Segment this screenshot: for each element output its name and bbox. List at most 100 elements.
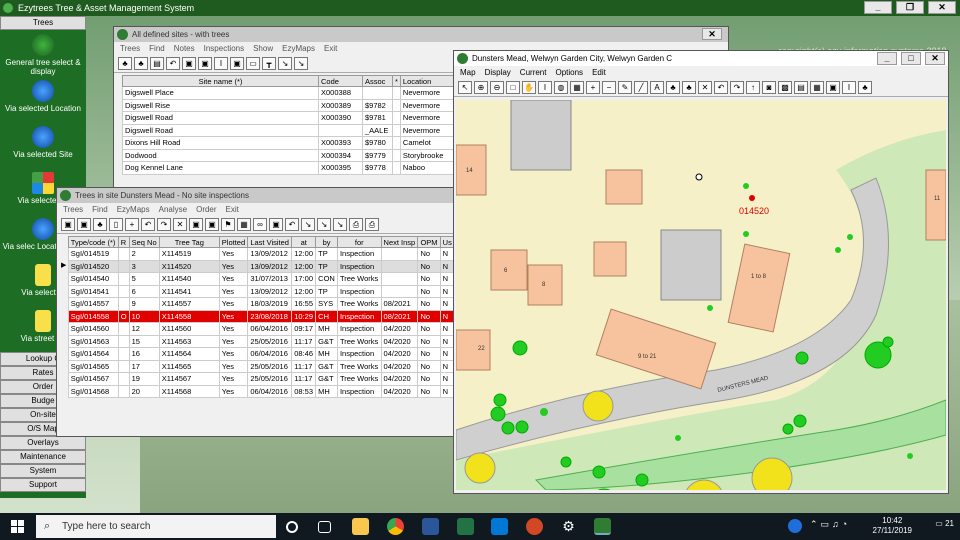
add-icon[interactable]: +	[586, 81, 600, 94]
image-icon[interactable]: ▦	[237, 218, 251, 231]
table-row[interactable]: SgI/014568 20 X114568 Yes 06/04/2016 08:53 MH I…	[67, 384, 455, 398]
arrows-icon[interactable]: ↘	[333, 218, 347, 231]
sidebar-header[interactable]: Trees	[0, 16, 86, 30]
notifications-badge[interactable]: ▭ 21	[935, 519, 954, 528]
excel-icon[interactable]	[457, 518, 474, 535]
col-type-code[interactable]: Type/code (*)	[67, 236, 119, 248]
window-icon[interactable]: ▣	[189, 218, 203, 231]
map-menu-options[interactable]: Options	[555, 66, 583, 79]
col-star[interactable]: *	[392, 75, 401, 87]
tree-canopy[interactable]	[515, 420, 529, 434]
redo-icon[interactable]: ↷	[730, 81, 744, 94]
italic-icon[interactable]: I	[538, 81, 552, 94]
arrows-icon[interactable]: ↘	[301, 218, 315, 231]
tree-marker[interactable]	[847, 234, 853, 240]
tag-icon[interactable]: ⚑	[221, 218, 235, 231]
print-icon[interactable]: ⎙	[365, 218, 379, 231]
tree-marker[interactable]	[540, 408, 548, 416]
add-icon[interactable]: +	[125, 218, 139, 231]
tree-marker[interactable]	[707, 305, 713, 311]
clock[interactable]: 10:42 27/11/2019	[873, 516, 912, 536]
tree-canopy[interactable]	[512, 340, 528, 356]
sidebar-btn-maintenance[interactable]: Maintenance	[0, 450, 86, 464]
tree-canopy[interactable]	[560, 456, 572, 468]
taskbar-search-input[interactable]: ⌕ Type here to search	[36, 515, 276, 538]
arrows-icon[interactable]: ↘	[294, 57, 308, 70]
sidebar-btn-support[interactable]: Support	[0, 478, 86, 492]
zoom-in-icon[interactable]: ⊕	[474, 81, 488, 94]
col-plotted[interactable]: Plotted	[218, 236, 249, 248]
sidebar-btn-system[interactable]: System	[0, 464, 86, 478]
sites-menu-inspections[interactable]: Inspections	[204, 42, 244, 55]
sites-menu-exit[interactable]: Exit	[324, 42, 337, 55]
close-button[interactable]: ✕	[928, 1, 956, 14]
col-at[interactable]: at	[291, 236, 317, 248]
delete-icon[interactable]: ✕	[173, 218, 187, 231]
table-row[interactable]: SgI/014540 5 X114540 Yes 31/07/2013 17:00 CON T…	[67, 272, 455, 286]
table-row[interactable]: SgI/014560 12 X114560 Yes 06/04/2016 09:17 MH I…	[67, 322, 455, 336]
text-icon[interactable]: A	[650, 81, 664, 94]
folder-icon[interactable]: ▭	[246, 57, 260, 70]
arrows-icon[interactable]: ↘	[317, 218, 331, 231]
tree-icon[interactable]: ♣	[682, 81, 696, 94]
redo-icon[interactable]: ↷	[157, 218, 171, 231]
sign-icon[interactable]: ┳	[262, 57, 276, 70]
sidebar-item-site[interactable]: Via selected Site	[0, 122, 86, 168]
tree-canopy[interactable]	[795, 351, 809, 365]
map-menu-display[interactable]: Display	[485, 66, 511, 79]
col-tree-tag[interactable]: Tree Tag	[158, 236, 220, 248]
tree-marker[interactable]	[675, 435, 681, 441]
trees-menu-exit[interactable]: Exit	[226, 203, 239, 216]
window-icon[interactable]: ▣	[230, 57, 244, 70]
tree-canopy-large[interactable]	[464, 452, 496, 484]
tree-canopy-large[interactable]	[582, 390, 614, 422]
print-icon[interactable]: ⎙	[349, 218, 363, 231]
window-icon[interactable]: ▣	[77, 218, 91, 231]
tree-marker[interactable]	[743, 231, 749, 237]
col-opm[interactable]: OPM	[417, 236, 441, 248]
map-minimize-button[interactable]: _	[877, 52, 897, 65]
map-maximize-button[interactable]: □	[901, 52, 921, 65]
tree-icon[interactable]: ♣	[666, 81, 680, 94]
table-row[interactable]: SgI/014564 16 X114564 Yes 06/04/2016 08:46 MH I…	[67, 347, 455, 361]
trees-menu-ezymaps[interactable]: EzyMaps	[117, 203, 150, 216]
table-row[interactable]: SgI/014567 19 X114567 Yes 25/05/2016 11:17 G&T…	[67, 372, 455, 386]
start-button[interactable]	[0, 513, 36, 540]
window-icon[interactable]: ▣	[205, 218, 219, 231]
col-site-name[interactable]: Site name (*)	[122, 75, 319, 87]
table-row[interactable]: SgI/014557 9 X114557 Yes 18/03/2019 16:55 SYS T…	[67, 297, 455, 311]
arrows-icon[interactable]: ↘	[278, 57, 292, 70]
grid-icon[interactable]: ▦	[570, 81, 584, 94]
minus-icon[interactable]: −	[602, 81, 616, 94]
help-icon[interactable]	[788, 519, 802, 533]
table-row[interactable]: SgI/014563 15 X114563 Yes 25/05/2016 11:17 G&T…	[67, 334, 455, 348]
tree-marker[interactable]	[907, 453, 913, 459]
tree-icon[interactable]: ♣	[93, 218, 107, 231]
tree-canopy[interactable]	[592, 465, 606, 479]
sites-close-button[interactable]: ✕	[702, 28, 722, 40]
zoom-out-icon[interactable]: ⊖	[490, 81, 504, 94]
tree-canopy[interactable]	[782, 423, 794, 435]
col-assoc[interactable]: Assoc	[362, 75, 393, 87]
chrome-icon[interactable]	[387, 518, 404, 535]
map-menu-map[interactable]: Map	[460, 66, 476, 79]
sites-menu-notes[interactable]: Notes	[174, 42, 195, 55]
minimize-button[interactable]: _	[864, 1, 892, 14]
italic-icon[interactable]: I	[842, 81, 856, 94]
trees-menu-order[interactable]: Order	[196, 203, 216, 216]
globe-icon[interactable]: ◍	[554, 81, 568, 94]
table-row[interactable]: SgI/014541 6 X114541 Yes 13/09/2012 12:00 TP In…	[67, 284, 455, 298]
col-code[interactable]: Code	[318, 75, 363, 87]
up-icon[interactable]: ↑	[746, 81, 760, 94]
pen-icon[interactable]: ╱	[634, 81, 648, 94]
col-next-insp[interactable]: Next Insp	[380, 236, 419, 248]
sites-menu-trees[interactable]: Trees	[120, 42, 140, 55]
table-row[interactable]: SgI/014519 2 X114519 Yes 13/09/2012 12:00 TP In…	[67, 247, 455, 261]
window-icon[interactable]: ▣	[61, 218, 75, 231]
tree-canopy[interactable]	[490, 406, 506, 422]
pointer-icon[interactable]: ↖	[458, 81, 472, 94]
file-explorer-icon[interactable]	[352, 518, 369, 535]
delete-icon[interactable]: ✕	[698, 81, 712, 94]
selected-tree-marker[interactable]	[749, 195, 755, 201]
rectangle-icon[interactable]: □	[506, 81, 520, 94]
